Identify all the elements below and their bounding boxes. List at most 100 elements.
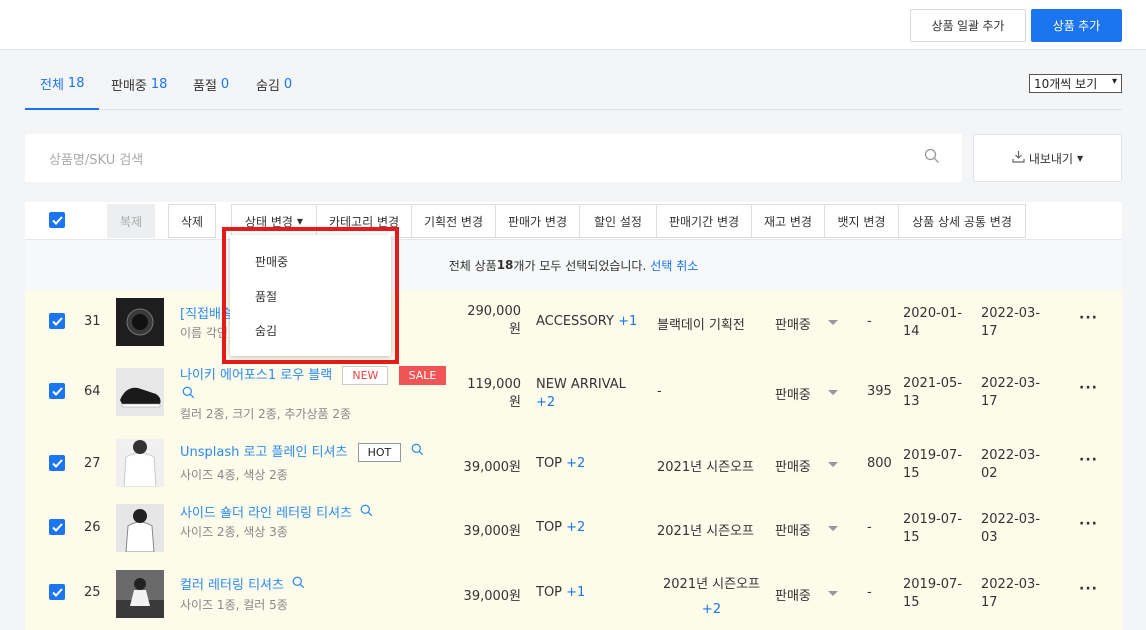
- row-id: 25: [84, 585, 101, 600]
- tab-label: 품절: [193, 78, 217, 94]
- period-change-button[interactable]: 판매기간 변경: [656, 204, 752, 238]
- discount-button[interactable]: 할인 설정: [579, 204, 657, 238]
- more-icon[interactable]: ···: [1079, 310, 1098, 326]
- category-more[interactable]: +2: [566, 520, 585, 535]
- row-checkbox[interactable]: [49, 584, 65, 600]
- product-promotion: 2021년 시즌오프: [657, 524, 755, 539]
- product-name-link[interactable]: Unsplash 로고 플레인 티셔츠 HOT: [180, 441, 424, 462]
- product-category: NEW ARRIVAL +2: [536, 376, 626, 412]
- more-icon[interactable]: ···: [1079, 452, 1098, 468]
- date-part: 15: [903, 530, 920, 545]
- row-checkbox[interactable]: [49, 455, 65, 471]
- add-product-button[interactable]: 상품 추가: [1031, 9, 1122, 42]
- table-row[interactable]: 31 [직접배송] 이름 각인 290,000 원 ACCESSORY +1 블랙…: [25, 290, 1122, 356]
- date-part: 2019-07-: [903, 448, 963, 463]
- promotion-change-button[interactable]: 기획전 변경: [411, 204, 496, 238]
- price-amount: 290,000: [467, 304, 521, 319]
- status-select[interactable]: 판매중: [775, 520, 811, 539]
- category-more[interactable]: +2: [536, 394, 626, 412]
- product-category: ACCESSORY +1: [536, 314, 637, 329]
- search-bar[interactable]: 상품명/SKU 검색: [25, 134, 962, 182]
- delete-button[interactable]: 삭제: [168, 204, 216, 238]
- product-category: TOP +2: [536, 520, 585, 535]
- product-thumbnail[interactable]: [116, 504, 164, 552]
- created-date: 2019-07- 15: [903, 511, 962, 547]
- date-part: 03: [981, 530, 998, 545]
- date-part: 17: [981, 394, 998, 409]
- product-price: 119,000 원: [445, 376, 521, 412]
- tab-count: 18: [67, 75, 85, 91]
- tab-sold-out[interactable]: 품절 0: [193, 58, 229, 110]
- row-checkbox[interactable]: [49, 383, 65, 399]
- tab-all[interactable]: 전체 18: [25, 58, 100, 110]
- table-row[interactable]: 64 나이키 에어포스1 로우 블랙 NEW SALE 컬러 2종, 크기 2종…: [25, 356, 1122, 428]
- status-select[interactable]: 판매중: [775, 585, 811, 604]
- category-name: NEW ARRIVAL: [536, 377, 626, 392]
- menu-item-on-sale[interactable]: 판매중: [255, 253, 288, 270]
- menu-item-hidden[interactable]: 숨김: [255, 322, 277, 339]
- tab-hidden[interactable]: 숨김 0: [256, 58, 292, 110]
- category-more[interactable]: +2: [566, 456, 585, 471]
- category-more[interactable]: +1: [566, 585, 585, 600]
- product-thumbnail[interactable]: [116, 570, 164, 618]
- badge-change-button[interactable]: 뱃지 변경: [824, 204, 899, 238]
- search-icon[interactable]: [292, 576, 305, 593]
- product-thumbnail[interactable]: [116, 298, 164, 346]
- promotion-more[interactable]: +2: [663, 597, 760, 622]
- product-name-link[interactable]: 컬러 레터링 티셔츠: [180, 574, 305, 593]
- cancel-selection-link[interactable]: 선택 취소: [650, 257, 698, 274]
- detail-change-button[interactable]: 상품 상세 공통 변경: [898, 204, 1026, 238]
- product-price: 39,000원: [463, 589, 521, 604]
- product-stock: -: [867, 585, 872, 600]
- product-stock: -: [867, 314, 872, 329]
- product-name-link[interactable]: 사이드 숄더 라인 레터링 티셔츠: [180, 502, 373, 521]
- stock-change-button[interactable]: 재고 변경: [751, 204, 825, 238]
- more-icon[interactable]: ···: [1079, 516, 1098, 532]
- search-icon[interactable]: [182, 386, 195, 403]
- product-name: Unsplash 로고 플레인 티셔츠: [180, 445, 348, 460]
- date-part: 02: [981, 466, 998, 481]
- table-row[interactable]: 25 컬러 레터링 티셔츠 사이즈 1종, 컬러 5종 39,000원 TOP …: [25, 558, 1122, 630]
- table-row[interactable]: 26 사이드 숄더 라인 레터링 티셔츠 사이즈 2종, 색상 3종 39,00…: [25, 494, 1122, 558]
- updated-date: 2022-03- 03: [981, 511, 1040, 547]
- search-icon[interactable]: [411, 443, 424, 460]
- date-part: 2022-03-: [981, 512, 1041, 527]
- search-icon[interactable]: [360, 504, 373, 521]
- status-dropdown-menu: 판매중 품절 숨김: [230, 235, 391, 356]
- updated-date: 2022-03- 02: [981, 447, 1040, 483]
- select-all-checkbox[interactable]: [49, 212, 65, 228]
- export-button[interactable]: 내보내기 ▼: [973, 134, 1122, 182]
- row-checkbox[interactable]: [49, 519, 65, 535]
- chevron-down-icon: [828, 526, 838, 531]
- bulk-add-button[interactable]: 상품 일괄 추가: [910, 9, 1026, 42]
- price-change-button[interactable]: 판매가 변경: [495, 204, 580, 238]
- updated-date: 2022-03- 17: [981, 305, 1040, 341]
- product-price: 290,000 원: [445, 303, 521, 339]
- date-part: 15: [903, 466, 920, 481]
- search-icon[interactable]: [924, 148, 940, 168]
- row-checkbox[interactable]: [49, 313, 65, 329]
- product-thumbnail[interactable]: [116, 439, 164, 487]
- more-icon[interactable]: ···: [1079, 380, 1098, 396]
- product-name: 컬러 레터링 티셔츠: [180, 578, 284, 593]
- status-select[interactable]: 판매중: [775, 384, 811, 403]
- status-select[interactable]: 판매중: [775, 456, 811, 475]
- more-icon[interactable]: ···: [1079, 581, 1098, 597]
- status-select[interactable]: 판매중: [775, 314, 811, 333]
- category-name: TOP: [536, 520, 563, 535]
- price-unit: 원: [509, 322, 521, 337]
- category-more[interactable]: +1: [618, 314, 637, 329]
- caret-down-icon: ▼: [296, 216, 304, 226]
- menu-item-sold-out[interactable]: 품절: [255, 288, 277, 305]
- table-row[interactable]: 27 Unsplash 로고 플레인 티셔츠 HOT 사이즈 4종, 색상 2종…: [25, 428, 1122, 494]
- chevron-down-icon: [828, 462, 838, 467]
- product-name-link[interactable]: 나이키 에어포스1 로우 블랙 NEW SALE: [180, 364, 447, 385]
- page-size-select[interactable]: 10개씩 보기 ▾: [1029, 74, 1122, 93]
- notice-count: 18: [496, 258, 514, 272]
- tab-count: 0: [220, 76, 230, 92]
- product-thumbnail[interactable]: [116, 368, 164, 416]
- copy-button[interactable]: 복제: [107, 204, 155, 238]
- tab-count: 0: [283, 76, 293, 92]
- date-part: 2019-07-: [903, 512, 963, 527]
- tab-on-sale[interactable]: 판매중 18: [111, 58, 167, 110]
